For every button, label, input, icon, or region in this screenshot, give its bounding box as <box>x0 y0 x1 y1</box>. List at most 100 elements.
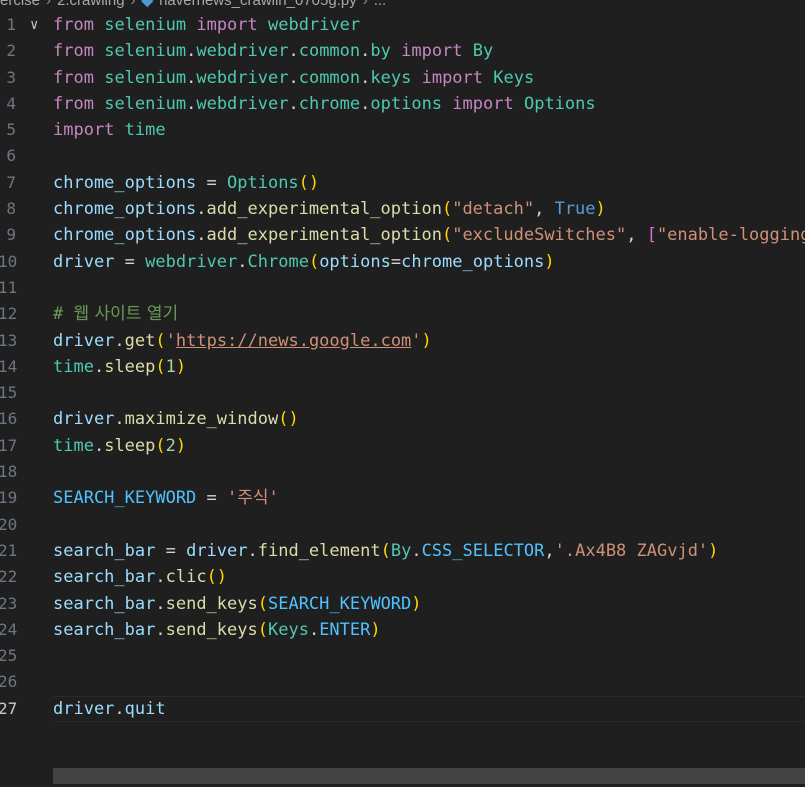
code-text: from selenium.webdriver.common.keys impo… <box>53 65 534 91</box>
code-token: ENTER <box>319 619 371 640</box>
code-line[interactable]: 25 <box>0 643 805 669</box>
code-line[interactable]: 13 driver.get('https://news.google.com') <box>0 328 805 354</box>
code-line[interactable]: 15 <box>0 380 805 406</box>
code-token: ( <box>257 593 268 614</box>
code-text: driver.get('https://news.google.com') <box>53 328 432 354</box>
code-token: "enable-logging" <box>656 225 805 246</box>
code-line[interactable]: 2 from selenium.webdriver.common.by impor… <box>0 38 805 64</box>
code-line[interactable]: 7 chrome_options = Options() <box>0 170 805 196</box>
code-token: ( <box>441 225 453 246</box>
code-token: SEARCH_KEYWORD <box>267 593 412 614</box>
breadcrumb-item-subfolder[interactable]: 2.crawling <box>57 0 125 9</box>
code-token: . <box>237 251 248 272</box>
code-token: ' <box>268 488 279 509</box>
code-token: add_experimental_option <box>206 199 442 220</box>
code-line[interactable]: 8 chrome_options.add_experimental_option(… <box>0 196 805 222</box>
code-token: ) <box>370 619 381 640</box>
code-line[interactable]: 16 driver.maximize_window() <box>0 406 805 432</box>
code-token: . <box>155 619 166 640</box>
code-text: from selenium.webdriver.common.by import… <box>53 38 493 64</box>
code-token: find_element <box>257 540 381 561</box>
code-line[interactable]: 4 from selenium.webdriver.chrome.options … <box>0 91 805 117</box>
code-line[interactable]: 3 from selenium.webdriver.common.keys imp… <box>0 65 805 91</box>
code-token: webdriver <box>196 67 289 88</box>
chevron-right-icon: › <box>46 0 52 9</box>
line-number: 15 <box>0 383 18 403</box>
code-token: , <box>534 199 555 220</box>
code-line[interactable]: 6 <box>0 143 805 169</box>
code-token: chrome_options <box>53 225 197 246</box>
code-line[interactable]: 26 <box>0 669 805 695</box>
line-number: 16 <box>0 409 18 429</box>
code-token: send_keys <box>165 619 258 640</box>
code-token: . <box>308 619 320 640</box>
code-text: chrome_options.add_experimental_option("… <box>53 222 805 248</box>
line-number: 22 <box>0 567 18 587</box>
code-line[interactable]: 19 SEARCH_KEYWORD = '주식' <box>0 485 805 511</box>
code-editor[interactable]: 1 ∨ from selenium import webdriver 2 from se… <box>0 12 805 723</box>
code-line[interactable]: 27 driver.quit <box>0 695 805 723</box>
code-token: = <box>114 251 146 272</box>
code-text: # 웹 사이트 열기 <box>53 301 178 327</box>
code-line[interactable]: 5 import time <box>0 117 805 143</box>
code-line[interactable]: 21 search_bar = driver.find_element(By.CS… <box>0 538 805 564</box>
code-token: search_bar <box>53 593 156 614</box>
code-token: driver <box>53 330 115 351</box>
code-token: ) <box>421 330 432 351</box>
breadcrumb-item-symbol[interactable]: ... <box>374 0 387 9</box>
code-line[interactable]: 9 chrome_options.add_experimental_option(… <box>0 222 805 248</box>
code-text: search_bar = driver.find_element(By.CSS_… <box>53 538 718 564</box>
line-number: 12 <box>0 304 18 324</box>
fold-chevron-down-icon[interactable]: ∨ <box>30 12 38 38</box>
code-token: send_keys <box>165 593 258 614</box>
code-token: get <box>124 330 156 351</box>
line-number: 4 <box>6 93 16 113</box>
code-token: 주식 <box>237 488 269 509</box>
line-number: 27 <box>0 698 18 718</box>
code-text: search_bar.send_keys(Keys.ENTER) <box>53 617 381 643</box>
code-token: selenium <box>104 15 187 35</box>
code-token: time <box>53 435 94 456</box>
breadcrumb-item-file[interactable]: navernews_crawlin_0705g.py <box>159 0 357 9</box>
line-number: 3 <box>6 67 16 87</box>
code-text: driver = webdriver.Chrome(options=chrome… <box>53 249 555 275</box>
code-line[interactable]: 18 <box>0 459 805 485</box>
python-file-icon: ◆ <box>141 0 154 9</box>
code-text: search_bar.clic() <box>53 564 227 590</box>
code-token: 1 <box>165 356 176 377</box>
code-line[interactable]: 20 <box>0 512 805 538</box>
code-token: common <box>298 41 361 62</box>
horizontal-scrollbar[interactable] <box>53 768 805 784</box>
code-token: , <box>544 540 555 561</box>
breadcrumb-item-folder[interactable]: ercise <box>0 0 40 9</box>
code-line[interactable]: 10 driver = webdriver.Chrome(options=chro… <box>0 249 805 275</box>
code-line[interactable]: 14 time.sleep(1) <box>0 354 805 380</box>
code-token: ( <box>308 251 320 272</box>
code-text: driver.quit <box>53 696 166 722</box>
code-line[interactable]: 24 search_bar.send_keys(Keys.ENTER) <box>0 617 805 643</box>
line-number: 11 <box>0 277 18 297</box>
code-token: . <box>114 330 125 351</box>
code-token: ) <box>411 593 422 614</box>
line-number: 2 <box>6 41 16 61</box>
code-line[interactable]: 12 # 웹 사이트 열기 <box>0 301 805 327</box>
code-line[interactable]: 22 search_bar.clic() <box>0 564 805 590</box>
code-token: () <box>206 567 228 588</box>
code-line[interactable]: 11 <box>0 275 805 301</box>
code-token: . <box>288 41 299 62</box>
code-token: . <box>186 93 197 114</box>
code-line[interactable]: 1 ∨ from selenium import webdriver <box>0 12 805 38</box>
code-token: CSS_SELECTOR <box>421 540 545 561</box>
code-token: . <box>155 567 166 588</box>
code-line[interactable]: 23 search_bar.send_keys(SEARCH_KEYWORD) <box>0 591 805 617</box>
code-token: . <box>114 409 125 430</box>
code-token: options <box>319 251 391 272</box>
code-line[interactable]: 17 time.sleep(2) <box>0 433 805 459</box>
code-token: # <box>53 304 74 325</box>
